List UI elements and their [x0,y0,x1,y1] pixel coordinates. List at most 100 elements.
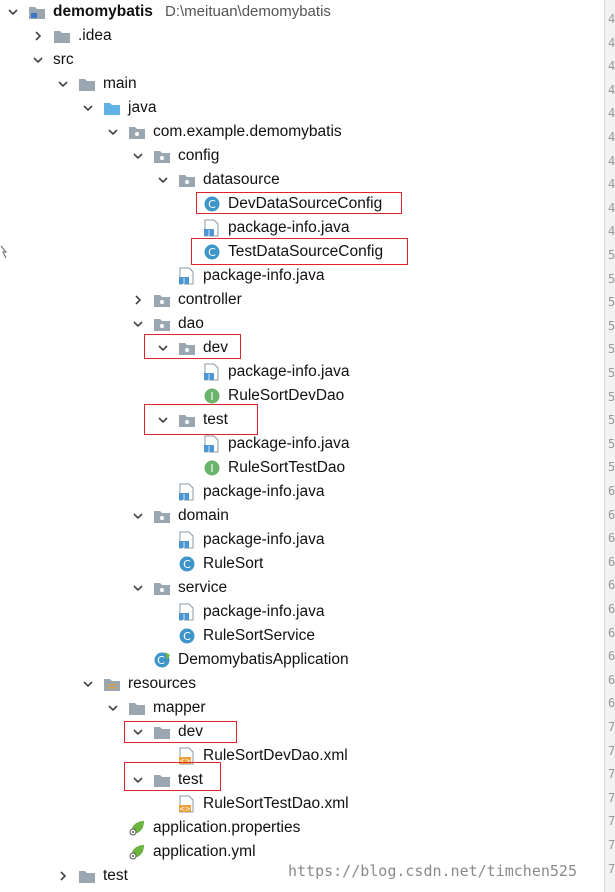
line-number: 6 [608,507,615,522]
tree-item[interactable]: dao [0,312,604,336]
line-number: 4 [608,224,615,239]
tree-item-label: service [178,579,228,596]
xml-file-icon: <> [178,747,196,765]
chevron-down-icon[interactable] [56,77,70,91]
tree-item[interactable]: test [0,768,604,792]
tree-item[interactable]: application.properties [0,816,604,840]
tree-item[interactable]: I RuleSortTestDao [0,456,604,480]
chevron-down-icon[interactable] [131,149,145,163]
tree-item[interactable]: dev [0,720,604,744]
chevron-down-icon[interactable] [131,509,145,523]
class-icon: C [203,243,221,261]
tree-item[interactable]: domain [0,504,604,528]
tree-item-label: RuleSort [203,555,264,572]
tree-item[interactable]: service [0,576,604,600]
tree-item[interactable]: I RuleSortDevDao [0,384,604,408]
svg-text:J: J [207,373,210,381]
chevron-down-icon[interactable] [31,53,45,67]
project-tree: demomybatis D:\meituan\demomybatis .idea sr… [0,0,604,892]
chevron-down-icon[interactable] [131,317,145,331]
chevron-right-icon[interactable] [31,29,45,43]
tree-item[interactable]: resources [0,672,604,696]
package-icon [153,579,171,597]
line-number: 4 [608,177,615,192]
tree-item[interactable]: Jpackage-info.java [0,600,604,624]
tree-item[interactable]: mapper [0,696,604,720]
tree-item[interactable]: C RuleSort [0,552,604,576]
chevron-down-icon[interactable] [106,125,120,139]
chevron-down-icon[interactable] [156,413,170,427]
tree-item-label: java [128,99,157,116]
tree-item[interactable]: test [0,408,604,432]
tree-item[interactable]: com.example.demomybatis [0,120,604,144]
spring-app-icon: C [153,651,171,669]
project-folder-icon [28,3,46,21]
tree-item[interactable]: java [0,96,604,120]
line-number: 4 [608,153,615,168]
tree-item[interactable]: Jpackage-info.java [0,360,604,384]
line-number: 5 [608,366,615,380]
tree-item[interactable]: C TestDataSourceConfig [0,240,604,264]
package-icon [153,291,171,309]
interface-icon: I [203,387,221,405]
folder-icon [78,867,96,885]
line-number: 5 [608,248,615,262]
line-number: 6 [608,625,615,640]
tree-item[interactable]: config [0,144,604,168]
svg-text:J: J [182,277,185,285]
tree-item[interactable]: <> RuleSortTestDao.xml [0,792,604,816]
class-icon: C [178,627,196,645]
tree-item[interactable]: demomybatis D:\meituan\demomybatis [0,0,604,24]
line-number: 6 [608,672,615,687]
line-number: 6 [608,696,615,711]
chevron-down-icon[interactable] [106,701,120,715]
tree-item[interactable]: C DemomybatisApplication [0,648,604,672]
tree-item[interactable]: application.yml [0,840,604,864]
tree-item[interactable]: datasource [0,168,604,192]
tree-item[interactable]: Jpackage-info.java [0,528,604,552]
java-file-icon: J [203,219,221,237]
chevron-down-icon[interactable] [131,725,145,739]
tree-item-label: main [103,75,137,92]
spring-config-icon [128,843,146,861]
tree-item-label: domain [178,507,229,524]
project-path: D:\meituan\demomybatis [165,3,331,20]
chevron-right-icon[interactable] [131,293,145,307]
chevron-down-icon[interactable] [81,677,95,691]
svg-text:J: J [207,445,210,453]
tree-item[interactable]: src [0,48,604,72]
folder-icon [153,771,171,789]
line-number: 6 [608,484,615,498]
tree-item-label: test [203,411,228,428]
line-number: 4 [608,82,615,97]
svg-text:J: J [207,229,210,237]
chevron-down-icon[interactable] [81,101,95,115]
chevron-right-icon[interactable] [56,869,70,883]
tree-item[interactable]: main [0,72,604,96]
tree-item[interactable]: .idea [0,24,604,48]
tree-item[interactable]: Jpackage-info.java [0,264,604,288]
svg-text:C: C [157,654,165,667]
line-number: 4 [608,200,615,215]
chevron-down-icon[interactable] [156,173,170,187]
tree-item-label: package-info.java [203,483,325,500]
chevron-down-icon[interactable] [131,773,145,787]
line-number: 5 [608,389,615,404]
line-number: 4 [608,12,615,26]
tree-item-label: RuleSortDevDao [228,387,345,404]
package-icon [153,315,171,333]
tree-item[interactable]: Jpackage-info.java [0,216,604,240]
tree-item-label: RuleSortTestDao.xml [203,795,349,812]
tree-item[interactable]: C DevDataSourceConfig [0,192,604,216]
chevron-down-icon[interactable] [156,341,170,355]
java-file-icon: J [178,603,196,621]
tree-item[interactable]: Jpackage-info.java [0,480,604,504]
tree-item[interactable]: <> RuleSortDevDao.xml [0,744,604,768]
chevron-down-icon[interactable] [131,581,145,595]
tree-item[interactable]: Jpackage-info.java [0,432,604,456]
tree-item[interactable]: dev [0,336,604,360]
tree-item[interactable]: controller [0,288,604,312]
svg-text:I: I [210,462,213,475]
tree-item[interactable]: C RuleSortService [0,624,604,648]
chevron-down-icon[interactable] [6,5,20,19]
